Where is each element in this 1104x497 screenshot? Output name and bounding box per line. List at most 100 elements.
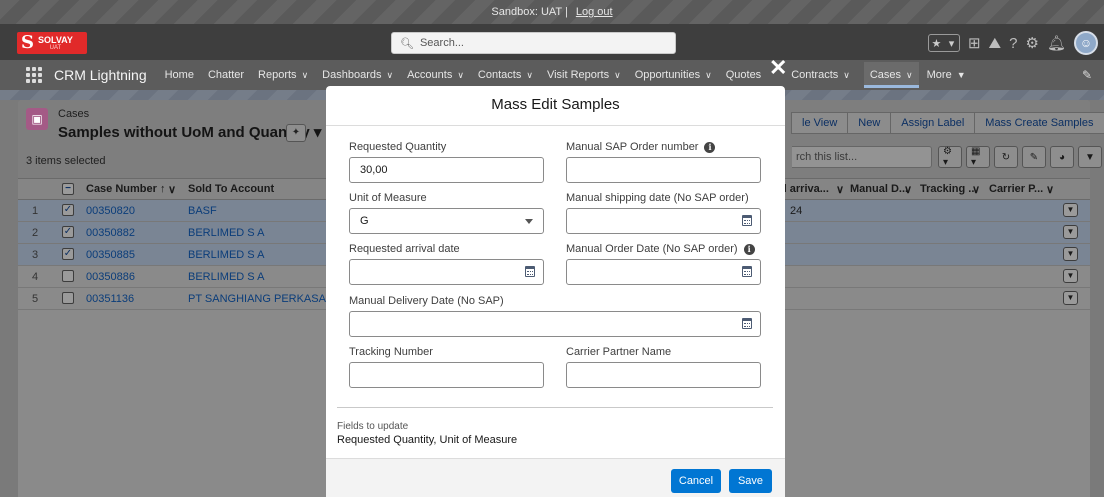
requested-arrival-date-input[interactable] — [349, 259, 544, 285]
new-button[interactable]: New — [847, 112, 892, 134]
nav-cases[interactable]: Cases ∨ — [863, 62, 919, 88]
column-menu-icon[interactable]: ∨ — [1046, 183, 1054, 196]
row-action-dropdown-icon[interactable]: ▼ — [1063, 225, 1078, 239]
nav-dashboards[interactable]: Dashboards ∨ — [322, 69, 393, 81]
case-number-link[interactable]: 00350820 — [86, 205, 135, 217]
nav-contacts[interactable]: Contacts ∨ — [478, 69, 533, 81]
row-action-dropdown-icon[interactable]: ▼ — [1063, 203, 1078, 217]
chevron-down-icon: ∨ — [906, 70, 913, 80]
chevron-down-icon: ∨ — [705, 70, 712, 80]
nav-reports[interactable]: Reports ∨ — [258, 69, 308, 81]
list-actions: le View New Assign Label Mass Create Sam… — [791, 112, 1104, 134]
account-link[interactable]: BASF — [188, 205, 217, 217]
logout-link[interactable]: Log out — [576, 6, 613, 18]
nav-opportunities[interactable]: Opportunities ∨ — [635, 69, 712, 81]
calendar-icon[interactable] — [742, 215, 752, 226]
filter-icon[interactable]: ▼ — [1078, 146, 1102, 168]
app-launcher-icon[interactable] — [26, 67, 42, 83]
unit-of-measure-select[interactable]: G — [349, 208, 544, 234]
case-number-link[interactable]: 00350885 — [86, 249, 135, 261]
row-action-dropdown-icon[interactable]: ▼ — [1063, 247, 1078, 261]
solvay-logo[interactable]: S SOLVAY UAT — [17, 32, 87, 54]
tracking-number-input[interactable] — [349, 362, 544, 388]
display-as-table-icon[interactable]: ▦ ▾ — [966, 146, 990, 168]
nav-chatter[interactable]: Chatter — [208, 69, 244, 81]
fields-to-update-label: Fields to update — [337, 421, 409, 432]
column-tracking[interactable]: Tracking ... — [920, 183, 977, 195]
row-checkbox[interactable] — [62, 270, 74, 282]
chevron-down-icon: ∨ — [301, 70, 309, 80]
calendar-icon[interactable] — [742, 266, 752, 277]
favorites-group[interactable]: ★ ▾ — [927, 34, 960, 52]
column-carrier-partner[interactable]: Carrier P... — [989, 183, 1043, 195]
column-menu-icon[interactable]: ∨ — [904, 183, 912, 196]
edit-nav-pencil-icon[interactable]: ✎ — [1082, 68, 1092, 82]
help-icon[interactable]: ? — [1009, 35, 1017, 52]
list-view-title[interactable]: Samples without UoM and Quantity ▾ — [58, 123, 321, 141]
close-modal-icon[interactable]: ✕ — [769, 57, 787, 79]
global-search-input[interactable]: 🔍︎ Search... — [391, 32, 676, 54]
object-label: Cases — [58, 108, 90, 120]
list-search-input[interactable]: rch this list... — [792, 146, 932, 168]
user-avatar[interactable]: ☺ — [1074, 31, 1098, 55]
manual-shipping-date-input[interactable] — [566, 208, 761, 234]
nav-visit-reports[interactable]: Visit Reports ∨ — [547, 69, 621, 81]
manual-order-date-input[interactable] — [566, 259, 761, 285]
info-icon[interactable]: i — [704, 141, 716, 153]
nav-home[interactable]: Home — [165, 69, 194, 81]
nav-quotes[interactable]: Quotes — [726, 69, 761, 81]
unit-of-measure-label: Unit of Measure — [349, 192, 427, 204]
nav-more[interactable]: More ▼ — [927, 69, 966, 81]
info-icon[interactable]: i — [743, 243, 755, 255]
select-all-checkbox[interactable]: − — [62, 183, 74, 195]
account-link[interactable]: BERLIMED S A — [188, 227, 264, 239]
column-menu-icon[interactable]: ∨ — [836, 183, 844, 196]
column-case-number[interactable]: Case Number ↑ — [86, 183, 165, 195]
row-action-dropdown-icon[interactable]: ▼ — [1063, 269, 1078, 283]
sandbox-label: Sandbox: UAT | — [491, 6, 568, 18]
carrier-partner-name-input[interactable] — [566, 362, 761, 388]
row-checkbox[interactable]: ✓ — [62, 226, 74, 238]
account-link[interactable]: BERLIMED S A — [188, 249, 264, 261]
column-case-number-menu-icon[interactable]: ∨ — [168, 183, 176, 196]
nav-accounts[interactable]: Accounts ∨ — [407, 69, 464, 81]
row-checkbox[interactable]: ✓ — [62, 248, 74, 260]
row-action-dropdown-icon[interactable]: ▼ — [1063, 291, 1078, 305]
add-icon[interactable]: ⊞ — [968, 34, 981, 52]
case-number-link[interactable]: 00350886 — [86, 271, 135, 283]
calendar-icon[interactable] — [742, 318, 752, 329]
row-checkbox[interactable] — [62, 292, 74, 304]
trailhead-icon[interactable]: ⛰ — [989, 35, 1002, 52]
favorites-dropdown-icon[interactable]: ▾ — [944, 37, 959, 50]
inline-edit-pencil-icon[interactable]: ✎ — [1022, 146, 1046, 168]
charts-icon[interactable]: ◕ — [1050, 146, 1074, 168]
fields-to-update-value: Requested Quantity, Unit of Measure — [337, 434, 518, 446]
assign-label-button[interactable]: Assign Label — [890, 112, 976, 134]
pin-list-icon[interactable]: ✦ — [286, 124, 306, 142]
save-button[interactable]: Save — [729, 469, 772, 493]
column-sold-to-account[interactable]: Sold To Account — [188, 183, 274, 195]
cancel-button[interactable]: Cancel — [671, 469, 721, 493]
row-checkbox[interactable]: ✓ — [62, 204, 74, 216]
manual-sap-order-input[interactable] — [566, 157, 761, 183]
requested-quantity-input[interactable]: 30,00 — [349, 157, 544, 183]
list-settings-gear-icon[interactable]: ⚙ ▾ — [938, 146, 962, 168]
column-manual-delivery[interactable]: Manual D... — [850, 183, 908, 195]
column-requested-arrival[interactable]: d arriva... — [780, 183, 829, 195]
refresh-icon[interactable]: ↻ — [994, 146, 1018, 168]
account-link[interactable]: BERLIMED S A — [188, 271, 264, 283]
case-object-icon: ▣ — [26, 108, 48, 130]
app-name: CRM Lightning — [54, 67, 147, 83]
setup-gear-icon[interactable]: ⚙ — [1026, 34, 1039, 52]
nav-contracts[interactable]: Contracts ∨ — [791, 69, 850, 81]
notifications-bell-icon[interactable]: 🔔︎ — [1047, 34, 1066, 52]
manual-delivery-date-input[interactable] — [349, 311, 761, 337]
modal-title: Mass Edit Samples — [326, 86, 785, 126]
case-number-link[interactable]: 00350882 — [86, 227, 135, 239]
calendar-icon[interactable] — [525, 266, 535, 277]
column-menu-icon[interactable]: ∨ — [972, 183, 980, 196]
star-icon[interactable]: ★ — [929, 37, 944, 50]
case-number-link[interactable]: 00351136 — [86, 293, 134, 305]
table-view-button[interactable]: le View — [791, 112, 849, 134]
mass-create-samples-button[interactable]: Mass Create Samples — [974, 112, 1104, 134]
